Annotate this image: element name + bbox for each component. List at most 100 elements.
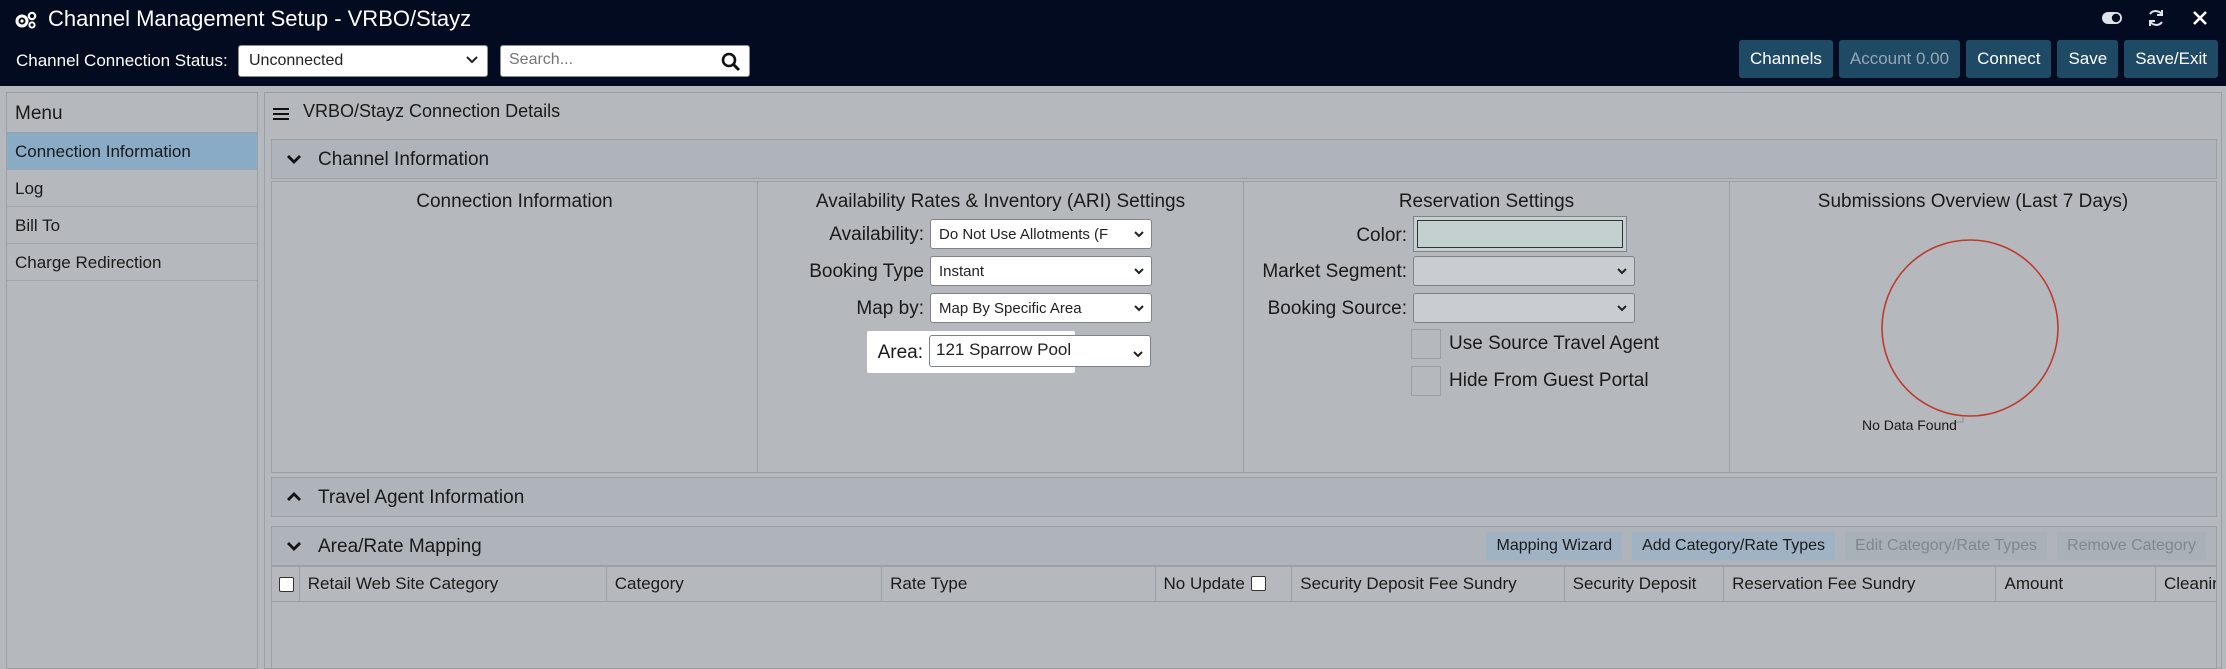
column-cleaning[interactable]: Cleaning (2156, 567, 2216, 601)
column-amount[interactable]: Amount (1996, 567, 2156, 601)
select-all-checkbox[interactable] (279, 577, 294, 592)
use-source-travel-agent-checkbox[interactable] (1411, 329, 1441, 359)
remove-category-button[interactable]: Remove Category (2057, 532, 2206, 560)
window-title: Channel Management Setup - VRBO/Stayz (48, 6, 472, 31)
booking-source-row: Booking Source: (1244, 293, 1407, 323)
connection-status-value: Unconnected (249, 52, 344, 69)
area-row: Area: (867, 337, 923, 367)
availability-select[interactable]: Do Not Use Allotments (F (930, 219, 1152, 249)
area-field-highlight: Area: 121 Sparrow Pool (867, 331, 1151, 373)
sidebar-item-connection-information[interactable]: Connection Information (7, 133, 257, 170)
close-icon[interactable] (2188, 6, 2212, 30)
column-security-deposit[interactable]: Security Deposit (1565, 567, 1725, 601)
column-no-update[interactable]: No Update (1156, 567, 1293, 601)
sidebar-item-charge-redirection[interactable]: Charge Redirection (7, 244, 257, 281)
connect-button[interactable]: Connect (1966, 40, 2052, 78)
save-button[interactable]: Save (2057, 40, 2119, 78)
chevron-down-icon[interactable] (286, 153, 302, 165)
column-retail-web-site-category[interactable]: Retail Web Site Category (300, 567, 607, 601)
menu-heading: Menu (7, 93, 257, 133)
travel-agent-information-title: Travel Agent Information (318, 487, 525, 508)
search-box[interactable] (500, 45, 750, 77)
gears-icon (15, 11, 37, 29)
area-select[interactable]: 121 Sparrow Pool (929, 335, 1151, 367)
empty-ring (1881, 239, 2059, 417)
top-bar: Channel Management Setup - VRBO/Stayz Ch… (0, 0, 2226, 86)
title-row: Channel Management Setup - VRBO/Stayz (0, 0, 2226, 40)
area-label: Area: (877, 342, 923, 363)
chevron-down-icon (1134, 305, 1144, 312)
area-value: 121 Sparrow Pool (936, 340, 1072, 359)
color-swatch (1417, 220, 1623, 248)
column-rate-type[interactable]: Rate Type (882, 567, 1156, 601)
color-picker[interactable] (1413, 216, 1627, 252)
area-rate-mapping-header[interactable]: Area/Rate Mapping Mapping Wizard Add Cat… (271, 526, 2217, 566)
connection-information-heading: Connection Information (416, 191, 613, 212)
reservation-settings-column: Reservation Settings Color: Market Segme… (1244, 182, 1730, 472)
toggle-icon[interactable] (2100, 6, 2124, 30)
mapping-table-body (271, 602, 2217, 669)
booking-type-select[interactable]: Instant (930, 256, 1152, 286)
booking-source-label: Booking Source: (1267, 298, 1407, 319)
channel-information-grid: Connection Information Availability Rate… (271, 181, 2217, 473)
hide-from-guest-portal-checkbox[interactable] (1411, 366, 1441, 396)
use-source-travel-agent-label: Use Source Travel Agent (1449, 333, 1660, 354)
map-by-value: Map By Specific Area (939, 300, 1082, 317)
hide-from-guest-portal-label: Hide From Guest Portal (1449, 370, 1649, 391)
search-icon[interactable] (721, 52, 741, 72)
color-row: Color: (1244, 220, 1407, 250)
refresh-icon[interactable] (2144, 6, 2168, 30)
mapping-wizard-button[interactable]: Mapping Wizard (1486, 532, 1623, 560)
availability-label: Availability: (829, 224, 924, 245)
map-by-select[interactable]: Map By Specific Area (930, 293, 1152, 323)
main-header: VRBO/Stayz Connection Details (265, 93, 2221, 135)
submissions-overview-column: Submissions Overview (Last 7 Days) No Da… (1730, 182, 2216, 472)
column-reservation-fee-sundry[interactable]: Reservation Fee Sundry (1724, 567, 1997, 601)
top-buttons: Channels Account 0.00 Connect Save Save/… (1739, 40, 2218, 78)
mapping-table-header: Retail Web Site Category Category Rate T… (271, 566, 2217, 602)
hamburger-menu-icon[interactable] (273, 107, 289, 121)
chevron-down-icon (1134, 231, 1144, 238)
save-exit-button[interactable]: Save/Exit (2124, 40, 2218, 78)
chevron-up-icon[interactable] (286, 491, 302, 503)
sidebar-menu: Menu Connection Information Log Bill To … (6, 92, 258, 669)
connection-status-label: Channel Connection Status: (16, 51, 228, 70)
chevron-down-icon (1134, 268, 1144, 275)
channels-button[interactable]: Channels (1739, 40, 1833, 78)
mapping-buttons: Mapping Wizard Add Category/Rate Types E… (1486, 532, 2206, 560)
channel-information-header[interactable]: Channel Information (271, 139, 2217, 179)
edit-category-button[interactable]: Edit Category/Rate Types (1845, 532, 2048, 560)
booking-source-select[interactable] (1413, 293, 1635, 323)
connection-status-select[interactable]: Unconnected (238, 45, 488, 77)
area-rate-mapping-title: Area/Rate Mapping (318, 536, 482, 557)
no-update-label: No Update (1163, 574, 1245, 593)
chevron-down-icon (1617, 268, 1627, 275)
availability-value: Do Not Use Allotments (F (939, 226, 1109, 243)
color-label: Color: (1356, 225, 1407, 246)
add-category-button[interactable]: Add Category/Rate Types (1632, 532, 1836, 560)
chevron-down-icon (466, 56, 478, 64)
booking-type-label: Booking Type (809, 261, 924, 282)
account-button[interactable]: Account 0.00 (1838, 40, 1961, 78)
map-by-row: Map by: (758, 293, 924, 323)
column-security-deposit-fee-sundry[interactable]: Security Deposit Fee Sundry (1292, 567, 1565, 601)
submissions-overview-heading: Submissions Overview (Last 7 Days) (1817, 191, 2129, 212)
ari-settings-column: Availability Rates & Inventory (ARI) Set… (758, 182, 1244, 472)
chevron-down-icon[interactable] (286, 540, 302, 552)
select-all-column (272, 567, 300, 601)
booking-type-value: Instant (939, 263, 985, 280)
no-data-label: No Data Found (1862, 417, 1957, 433)
market-segment-select[interactable] (1413, 256, 1635, 286)
column-category[interactable]: Category (607, 567, 883, 601)
chevron-down-icon (1133, 351, 1143, 358)
no-update-checkbox[interactable] (1250, 576, 1266, 591)
channel-information-title: Channel Information (318, 149, 490, 170)
connection-information-column: Connection Information (272, 182, 758, 472)
search-input[interactable] (501, 46, 701, 74)
travel-agent-information-header[interactable]: Travel Agent Information (271, 477, 2217, 517)
market-segment-row: Market Segment: (1244, 256, 1407, 286)
sidebar-item-log[interactable]: Log (7, 170, 257, 207)
sidebar-item-bill-to[interactable]: Bill To (7, 207, 257, 244)
booking-type-row: Booking Type (758, 256, 924, 286)
map-by-label: Map by: (856, 298, 924, 319)
